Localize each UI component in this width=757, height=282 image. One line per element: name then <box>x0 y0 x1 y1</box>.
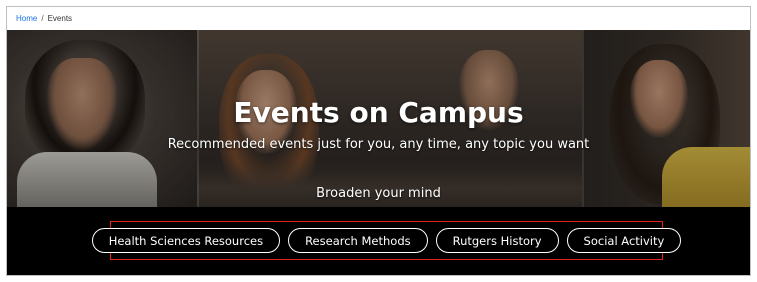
topic-band: Health Sciences Resources Research Metho… <box>7 207 750 275</box>
breadcrumb-home-link[interactable]: Home <box>16 14 37 23</box>
hero-subtitle: Recommended events just for you, any tim… <box>167 137 590 152</box>
page-frame: Home / Events Events on Campus Recommend… <box>6 6 751 276</box>
hero-tagline: Broaden your mind <box>316 186 441 201</box>
topic-button-health-sciences-resources[interactable]: Health Sciences Resources <box>91 228 281 253</box>
topic-button-social-activity[interactable]: Social Activity <box>566 228 682 253</box>
hero-banner: Events on Campus Recommended events just… <box>7 30 750 207</box>
topic-button-group: Health Sciences Resources Research Metho… <box>91 221 682 260</box>
breadcrumb-current: Events <box>47 14 73 23</box>
breadcrumb: Home / Events <box>7 7 750 30</box>
topic-button-research-methods[interactable]: Research Methods <box>288 228 428 253</box>
breadcrumb-separator: / <box>41 14 44 23</box>
topic-button-rutgers-history[interactable]: Rutgers History <box>435 228 559 253</box>
hero-title: Events on Campus <box>233 96 524 129</box>
